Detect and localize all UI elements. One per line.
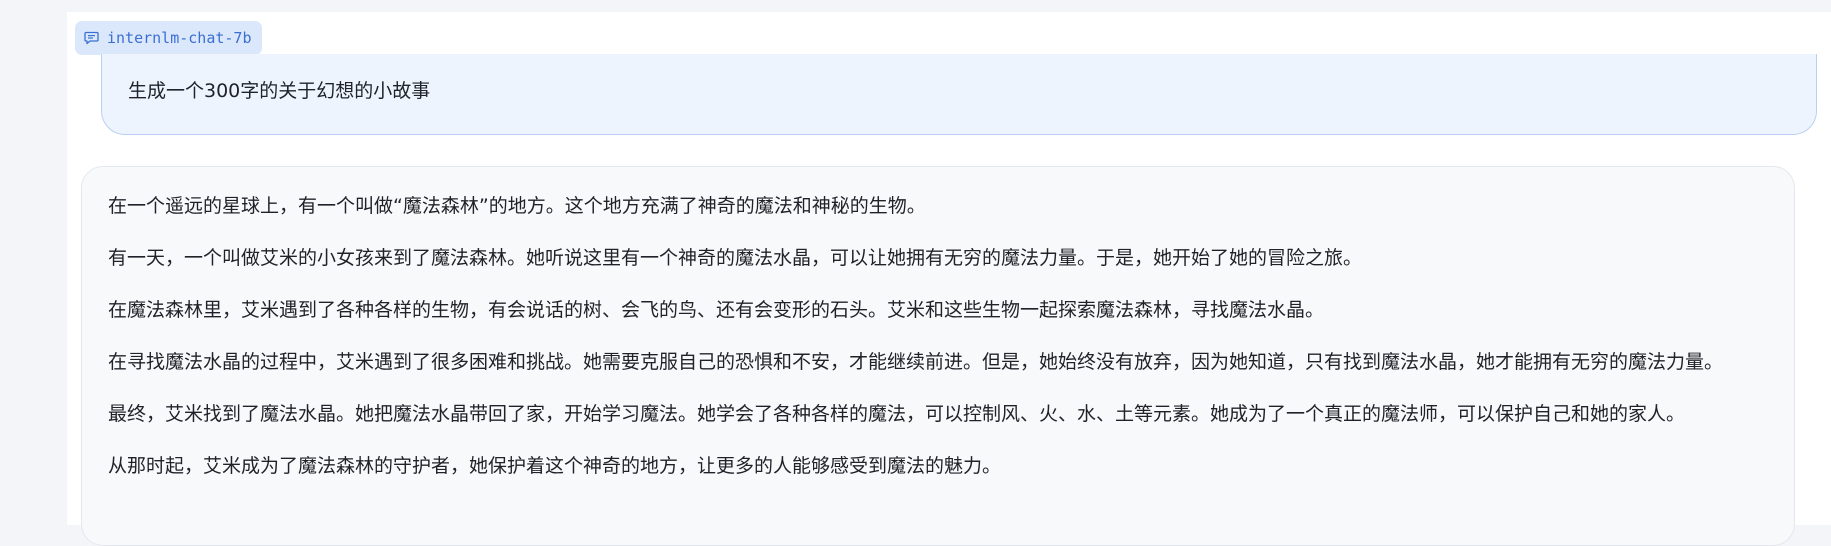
- assistant-paragraph: 在一个遥远的星球上，有一个叫做“魔法森林”的地方。这个地方充满了神奇的魔法和神秘…: [108, 195, 926, 217]
- assistant-paragraph: 从那时起，艾米成为了魔法森林的守护者，她保护着这个神奇的地方，让更多的人能够感受…: [108, 455, 1002, 477]
- assistant-paragraph: 在魔法森林里，艾米遇到了各种各样的生物，有会说话的树、会飞的鸟、还有会变形的石头…: [108, 299, 1325, 321]
- assistant-paragraph: 有一天，一个叫做艾米的小女孩来到了魔法森林。她听说这里有一个神奇的魔法水晶，可以…: [108, 247, 1363, 269]
- user-message-text: 生成一个300字的关于幻想的小故事: [128, 80, 431, 102]
- assistant-paragraph: 在寻找魔法水晶的过程中，艾米遇到了很多困难和挑战。她需要克服自己的恐惧和不安，才…: [108, 351, 1724, 373]
- assistant-message-card: 在一个遥远的星球上，有一个叫做“魔法森林”的地方。这个地方充满了神奇的魔法和神秘…: [81, 166, 1795, 546]
- chat-bubble-icon: [83, 30, 99, 46]
- assistant-paragraph: 最终，艾米找到了魔法水晶。她把魔法水晶带回了家，开始学习魔法。她学会了各种各样的…: [108, 403, 1686, 425]
- user-message-bubble: 生成一个300字的关于幻想的小故事: [101, 54, 1817, 135]
- model-name-label: internlm-chat-7b: [107, 29, 252, 47]
- model-name-chip[interactable]: internlm-chat-7b: [75, 21, 262, 55]
